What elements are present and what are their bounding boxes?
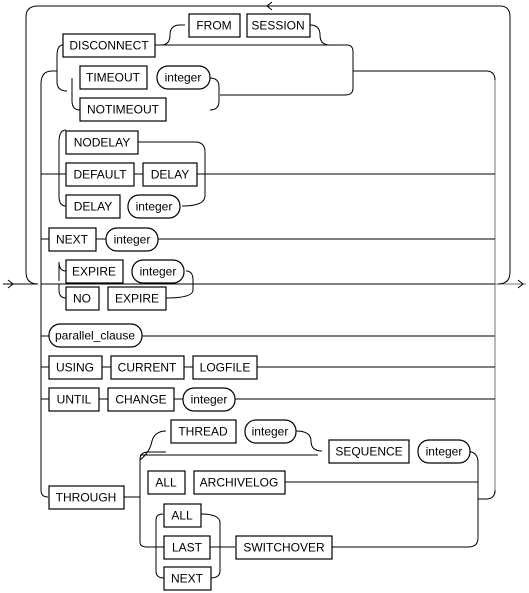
svg-text:integer: integer [114, 233, 151, 247]
keyword-from: FROM [188, 13, 241, 38]
nonterminal-parallel-clause: parallel_clause [48, 323, 143, 348]
keyword-current: CURRENT [110, 355, 185, 380]
svg-text:CURRENT: CURRENT [118, 361, 177, 375]
keyword-all-1: ALL [147, 470, 186, 495]
svg-text:NEXT: NEXT [56, 233, 89, 247]
keyword-next: NEXT [48, 227, 97, 252]
svg-text:integer: integer [136, 200, 173, 214]
railroad-diagram: DISCONNECT FROM SESSION TIMEOUT integer … [3, 1, 526, 591]
svg-text:LOGFILE: LOGFILE [200, 361, 251, 375]
svg-text:integer: integer [426, 445, 463, 459]
svg-text:integer: integer [252, 425, 289, 439]
keyword-disconnect: DISCONNECT [62, 33, 156, 58]
svg-text:CHANGE: CHANGE [115, 393, 166, 407]
svg-text:NOTIMEOUT: NOTIMEOUT [87, 103, 160, 117]
svg-text:NEXT: NEXT [171, 572, 204, 586]
keyword-until: UNTIL [48, 387, 100, 412]
keyword-session: SESSION [246, 13, 311, 38]
entry-arrow [3, 279, 38, 289]
svg-text:EXPIRE: EXPIRE [72, 265, 116, 279]
svg-text:USING: USING [56, 361, 94, 375]
keyword-switchover: SWITCHOVER [235, 535, 333, 560]
svg-text:ALL: ALL [171, 509, 193, 523]
keyword-thread: THREAD [170, 419, 237, 444]
keyword-using: USING [48, 355, 103, 380]
keyword-through: THROUGH [48, 485, 125, 510]
svg-text:DISCONNECT: DISCONNECT [69, 39, 149, 53]
svg-text:ARCHIVELOG: ARCHIVELOG [200, 476, 279, 490]
svg-text:TIMEOUT: TIMEOUT [86, 71, 141, 85]
svg-text:THROUGH: THROUGH [56, 491, 117, 505]
nonterminal-integer-thread: integer [244, 419, 297, 444]
keyword-expire-2: EXPIRE [107, 286, 167, 311]
svg-text:integer: integer [191, 393, 228, 407]
svg-text:DEFAULT: DEFAULT [73, 168, 127, 182]
keyword-no: NO [65, 286, 100, 311]
keyword-all-2: ALL [163, 503, 202, 528]
svg-text:LAST: LAST [172, 541, 203, 555]
keyword-expire-1: EXPIRE [65, 259, 124, 284]
svg-text:NO: NO [73, 292, 91, 306]
nonterminal-integer-change: integer [182, 387, 236, 412]
keyword-delay-2: DELAY [65, 194, 121, 219]
keyword-nodelay: NODELAY [65, 130, 139, 155]
svg-text:FROM: FROM [196, 19, 231, 33]
nonterminal-integer-delay: integer [127, 194, 181, 219]
svg-text:THREAD: THREAD [178, 425, 228, 439]
keyword-timeout: TIMEOUT [79, 65, 148, 90]
keyword-sequence: SEQUENCE [328, 439, 410, 464]
keyword-logfile: LOGFILE [192, 355, 258, 380]
svg-text:EXPIRE: EXPIRE [115, 292, 159, 306]
svg-text:integer: integer [165, 71, 202, 85]
svg-text:ALL: ALL [155, 476, 177, 490]
keyword-next-2: NEXT [163, 566, 212, 591]
svg-text:parallel_clause: parallel_clause [55, 329, 135, 343]
keyword-last: LAST [163, 535, 211, 560]
keyword-delay-1: DELAY [142, 162, 198, 187]
svg-text:SESSION: SESSION [251, 19, 304, 33]
keyword-notimeout: NOTIMEOUT [79, 97, 167, 122]
svg-text:integer: integer [140, 265, 177, 279]
svg-text:UNTIL: UNTIL [57, 393, 92, 407]
svg-text:DELAY: DELAY [74, 200, 112, 214]
nonterminal-integer-sequence: integer [417, 439, 471, 464]
nonterminal-integer-next: integer [105, 227, 159, 252]
svg-text:DELAY: DELAY [151, 168, 189, 182]
keyword-change: CHANGE [107, 387, 175, 412]
keyword-default: DEFAULT [65, 162, 135, 187]
keyword-archivelog: ARCHIVELOG [193, 470, 286, 495]
nonterminal-integer-expire: integer [131, 259, 185, 284]
svg-text:SWITCHOVER: SWITCHOVER [243, 541, 325, 555]
nonterminal-integer-timeout: integer [156, 65, 211, 90]
svg-text:NODELAY: NODELAY [74, 136, 130, 150]
svg-text:SEQUENCE: SEQUENCE [335, 445, 402, 459]
